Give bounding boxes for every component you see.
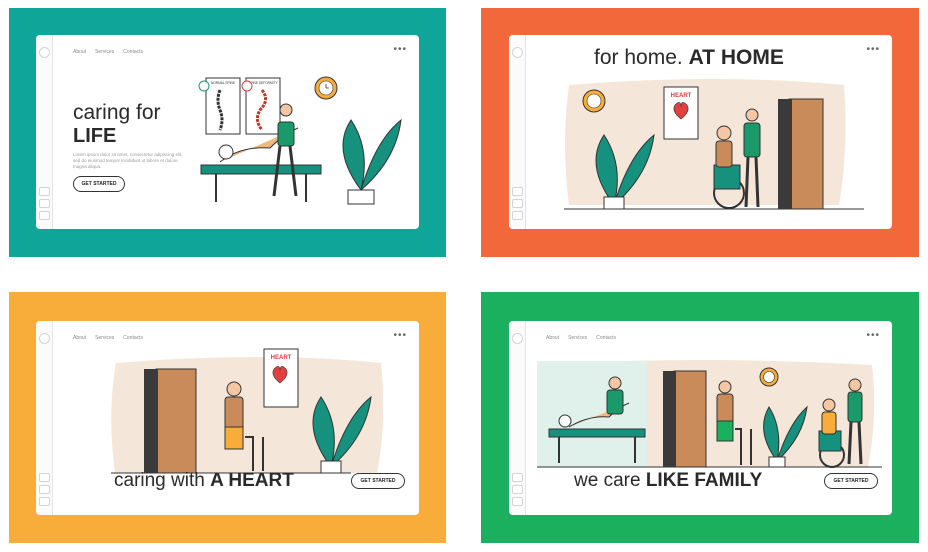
page-sidebar: [509, 35, 526, 229]
title-light: caring for: [73, 101, 161, 124]
nav-about[interactable]: About: [73, 49, 86, 55]
top-nav: About Services Contacts: [73, 49, 143, 55]
description-text: Lorem ipsum dolor sit amet, consectetur …: [73, 152, 183, 169]
sidebar-icon: [39, 211, 50, 220]
sidebar-icon: [512, 199, 523, 208]
landing-page-mockup: ••• for home. AT HOME HEART: [509, 35, 892, 229]
sidebar-icon: [512, 473, 523, 482]
family-care-illustration: [537, 360, 882, 468]
page-sidebar: [509, 321, 526, 515]
sidebar-icon: [512, 485, 523, 494]
more-options-icon[interactable]: •••: [393, 331, 407, 341]
sidebar-icon: [512, 211, 523, 220]
heart-poster-label: HEART: [671, 93, 692, 99]
nav-about[interactable]: About: [73, 335, 86, 341]
title-light: caring with: [114, 470, 205, 491]
title-bold: LIFE: [73, 125, 117, 147]
nav-about[interactable]: About: [546, 335, 559, 341]
nav-services[interactable]: Services: [95, 335, 114, 341]
more-options-icon[interactable]: •••: [393, 45, 407, 55]
title-light: we care: [574, 470, 641, 491]
more-options-icon[interactable]: •••: [866, 45, 880, 55]
physiotherapy-illustration: NORMAL SPINE SPINE DEFORMITY: [198, 76, 402, 205]
page-title: caring with A HEART: [114, 471, 294, 490]
title-bold: LIKE FAMILY: [645, 470, 763, 491]
page-sidebar: [36, 35, 53, 229]
poster-spine-deformity: SPINE DEFORMITY: [248, 81, 278, 85]
page-sidebar: [36, 321, 53, 515]
nav-contacts[interactable]: Contacts: [123, 335, 143, 341]
wheelchair-home-illustration: HEART: [564, 79, 864, 210]
title-bold: AT HOME: [688, 46, 784, 69]
sidebar-icon: [39, 473, 50, 482]
nav-contacts[interactable]: Contacts: [596, 335, 616, 341]
landing-page-mockup: About Services Contacts ••• HEART caring…: [36, 321, 419, 515]
get-started-button[interactable]: GET STARTED: [351, 473, 405, 489]
nav-services[interactable]: Services: [568, 335, 587, 341]
landing-page-mockup: About Services Contacts ••• caring for L…: [36, 35, 419, 229]
sidebar-circle-icon: [39, 47, 50, 58]
sidebar-icon: [39, 485, 50, 494]
sidebar-circle-icon: [512, 333, 523, 344]
sidebar-icon: [39, 199, 50, 208]
elderly-walker-illustration: HEART: [111, 348, 384, 474]
landing-page-mockup: About Services Contacts ••• we care LIKE…: [509, 321, 892, 515]
get-started-button[interactable]: GET STARTED: [824, 473, 878, 489]
panel-caring-for-life: About Services Contacts ••• caring for L…: [9, 8, 446, 257]
sidebar-circle-icon: [39, 333, 50, 344]
title-light: for home.: [594, 46, 683, 69]
sidebar-icon: [512, 497, 523, 506]
panel-caring-with-a-heart: About Services Contacts ••• HEART caring…: [9, 292, 446, 543]
panel-at-home: ••• for home. AT HOME HEART: [481, 8, 919, 257]
page-title: we care LIKE FAMILY: [574, 471, 762, 490]
heart-poster-label: HEART: [271, 355, 292, 361]
more-options-icon[interactable]: •••: [866, 331, 880, 341]
poster-normal-spine: NORMAL SPINE: [211, 81, 235, 85]
sidebar-icon: [39, 187, 50, 196]
nav-services[interactable]: Services: [95, 49, 114, 55]
sidebar-icon: [512, 187, 523, 196]
panel-like-family: About Services Contacts ••• we care LIKE…: [481, 292, 919, 543]
top-nav: About Services Contacts: [73, 335, 143, 341]
sidebar-circle-icon: [512, 47, 523, 58]
top-nav: About Services Contacts: [546, 335, 616, 341]
get-started-button[interactable]: GET STARTED: [73, 176, 125, 192]
page-title: for home. AT HOME: [594, 47, 784, 68]
sidebar-icon: [39, 497, 50, 506]
page-title: caring for LIFE: [73, 102, 161, 150]
nav-contacts[interactable]: Contacts: [123, 49, 143, 55]
title-bold: A HEART: [210, 470, 294, 491]
